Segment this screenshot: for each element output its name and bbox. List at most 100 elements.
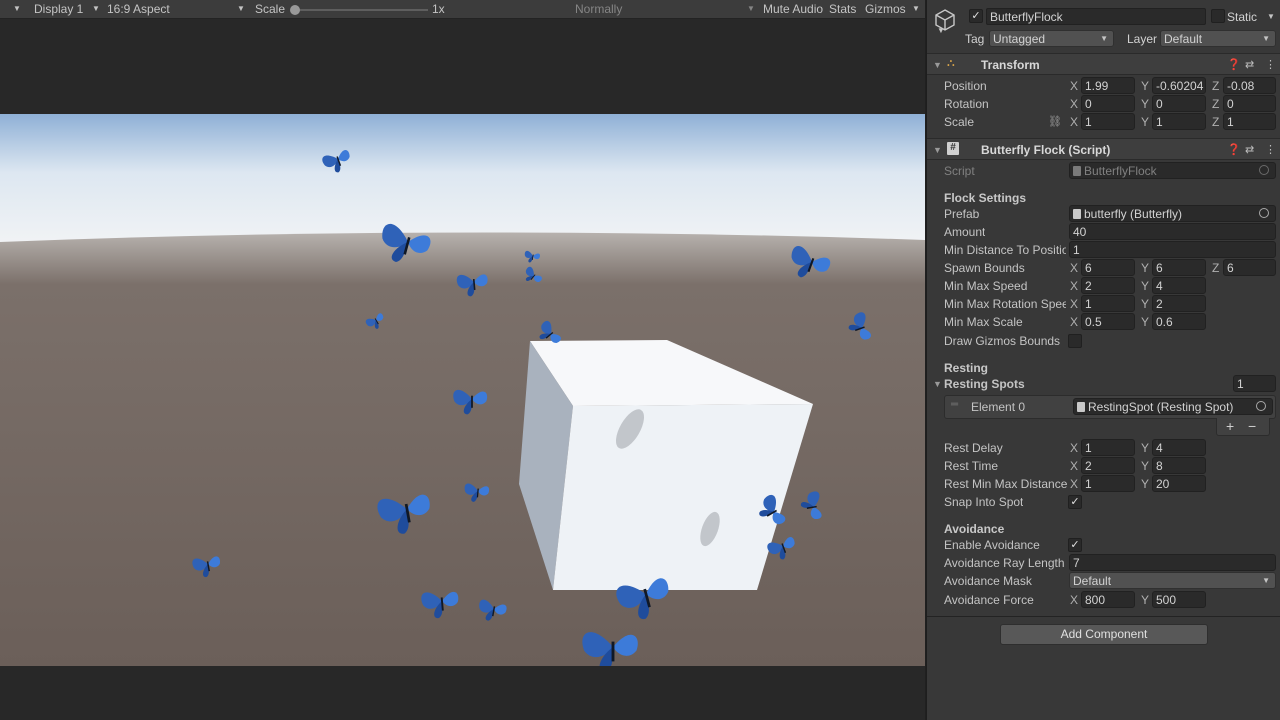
gizmos-button[interactable]: Gizmos <box>865 2 906 16</box>
context-menu-icon[interactable]: ⋮ <box>1265 58 1276 71</box>
static-caret-icon[interactable]: ▼ <box>1267 12 1275 21</box>
rotation-y-field[interactable]: 0 <box>1152 95 1206 112</box>
axis-z-label: Z <box>1212 97 1220 111</box>
axis-z-label: Z <box>1212 261 1220 275</box>
preset-icon[interactable]: ⇄ <box>1245 58 1254 71</box>
min-speed-field[interactable]: 2 <box>1081 277 1135 294</box>
preset-icon[interactable]: ⇄ <box>1245 143 1254 156</box>
max-speed-field[interactable]: 4 <box>1152 277 1206 294</box>
script-fold-icon[interactable]: ▼ <box>933 145 942 155</box>
min-distance-label: Min Distance To Positio <box>944 243 1066 257</box>
rest-max-field[interactable]: 20 <box>1152 475 1206 492</box>
rotation-x-field[interactable]: 0 <box>1081 95 1135 112</box>
spawn-bounds-z-field[interactable]: 6 <box>1223 259 1276 276</box>
help-icon[interactable]: ❓ <box>1227 58 1241 71</box>
drag-handle-icon[interactable]: ═ <box>951 399 958 410</box>
amount-field[interactable]: 40 <box>1069 223 1276 240</box>
aspect-dropdown[interactable]: 16:9 Aspect <box>107 2 170 16</box>
help-icon[interactable]: ❓ <box>1227 143 1241 156</box>
object-picker-icon[interactable] <box>1256 401 1266 411</box>
position-x-field[interactable]: 1.99 <box>1081 77 1135 94</box>
avoidance-mask-label: Avoidance Mask <box>944 574 1032 588</box>
play-focus-dropdown[interactable]: Normally <box>575 2 622 16</box>
spawn-bounds-y-field[interactable]: 6 <box>1152 259 1206 276</box>
rest-time-y-field[interactable]: 8 <box>1152 457 1206 474</box>
position-z-field[interactable]: -0.08 <box>1223 77 1276 94</box>
axis-x-label: X <box>1070 315 1079 329</box>
object-picker-icon[interactable] <box>1259 208 1269 218</box>
rotation-z-field[interactable]: 0 <box>1223 95 1276 112</box>
snap-into-spot-checkbox[interactable]: ✓ <box>1068 495 1082 509</box>
avoidance-mask-dropdown[interactable]: Default ▼ <box>1069 572 1276 589</box>
rest-min-field[interactable]: 1 <box>1081 475 1135 492</box>
mask-caret-icon: ▼ <box>1262 576 1270 585</box>
context-menu-icon[interactable]: ⋮ <box>1265 143 1276 156</box>
icon-dropdown-caret-icon[interactable]: ▼ <box>937 26 945 35</box>
game-viewport[interactable] <box>0 114 925 666</box>
active-toggle[interactable]: ✓ <box>969 9 983 23</box>
rest-delay-x-field[interactable]: 1 <box>1081 439 1135 456</box>
min-distance-field[interactable]: 1 <box>1069 241 1276 258</box>
amount-row: Amount 40 <box>927 223 1280 241</box>
element0-field[interactable]: RestingSpot (Resting Spot) <box>1073 398 1273 415</box>
min-rotation-field[interactable]: 1 <box>1081 295 1135 312</box>
avoidance-force-y-field[interactable]: 500 <box>1152 591 1206 608</box>
max-rotation-field[interactable]: 2 <box>1152 295 1206 312</box>
add-component-button[interactable]: Add Component <box>1000 624 1208 645</box>
layer-dropdown[interactable]: Default ▼ <box>1160 30 1276 47</box>
transform-fold-icon[interactable]: ▼ <box>933 60 942 70</box>
gizmos-caret-icon[interactable]: ▼ <box>912 4 920 13</box>
spawn-bounds-row: Spawn Bounds X 6 Y 6 Z 6 <box>927 259 1280 277</box>
display-caret-icon: ▼ <box>92 4 100 13</box>
draw-gizmos-row: Draw Gizmos Bounds <box>927 332 1280 350</box>
spawn-bounds-x-field[interactable]: 6 <box>1081 259 1135 276</box>
object-picker-icon <box>1259 165 1269 175</box>
sky <box>0 114 925 244</box>
draw-gizmos-checkbox[interactable] <box>1068 334 1082 348</box>
static-toggle[interactable] <box>1211 9 1225 23</box>
resting-spots-size-field[interactable]: 1 <box>1233 375 1276 392</box>
min-scale-field[interactable]: 0.5 <box>1081 313 1135 330</box>
scale-x-field[interactable]: 1 <box>1081 113 1135 130</box>
constrain-proportions-icon[interactable]: ⛓ <box>1048 115 1062 128</box>
position-y-field[interactable]: -0.60204 <box>1152 77 1206 94</box>
axis-z-label: Z <box>1212 115 1220 129</box>
game-menu-caret-icon[interactable]: ▼ <box>13 4 21 13</box>
scale-slider-track[interactable] <box>292 9 428 11</box>
scene-render <box>0 114 925 666</box>
stats-button[interactable]: Stats <box>829 2 856 16</box>
min-max-speed-row: Min Max Speed X 2 Y 4 <box>927 277 1280 295</box>
resting-spot-object-icon <box>1077 402 1085 412</box>
scale-y-field[interactable]: 1 <box>1152 113 1206 130</box>
rest-time-x-field[interactable]: 2 <box>1081 457 1135 474</box>
scale-row: Scale ⛓ X 1 Y 1 Z 1 <box>927 113 1280 131</box>
element0-value: RestingSpot (Resting Spot) <box>1088 400 1234 414</box>
prefab-field[interactable]: butterfly (Butterfly) <box>1069 205 1276 222</box>
avoidance-force-label: Avoidance Force <box>944 593 1034 607</box>
enable-avoidance-checkbox[interactable]: ✓ <box>1068 538 1082 552</box>
display-dropdown[interactable]: Display 1 <box>34 2 83 16</box>
max-scale-field[interactable]: 0.6 <box>1152 313 1206 330</box>
transform-header[interactable]: ▼ ⛬ Transform ❓ ⇄ ⋮ <box>927 53 1280 75</box>
resting-spots-row[interactable]: ▼ Resting Spots 1 <box>927 375 1280 393</box>
resting-spots-fold-icon[interactable]: ▼ <box>933 379 942 389</box>
mute-audio-button[interactable]: Mute Audio <box>763 2 823 16</box>
prefab-value: butterfly (Butterfly) <box>1084 207 1183 221</box>
object-name-input[interactable]: ButterflyFlock <box>986 8 1206 25</box>
min-max-scale-label: Min Max Scale <box>944 315 1023 329</box>
position-label: Position <box>944 79 987 93</box>
scale-slider-thumb[interactable] <box>290 5 300 15</box>
remove-element-icon[interactable]: − <box>1248 418 1256 434</box>
butterfly-flock-header[interactable]: ▼ # Butterfly Flock (Script) ❓ ⇄ ⋮ <box>927 138 1280 160</box>
avoidance-force-x-field[interactable]: 800 <box>1081 591 1135 608</box>
scale-z-field[interactable]: 1 <box>1223 113 1276 130</box>
tag-dropdown[interactable]: Untagged ▼ <box>989 30 1114 47</box>
rest-delay-y-field[interactable]: 4 <box>1152 439 1206 456</box>
add-element-icon[interactable]: + <box>1226 418 1234 434</box>
inspector-panel: ▼ ✓ ButterflyFlock Static ▼ Tag Untagged… <box>926 0 1280 720</box>
axis-x-label: X <box>1070 459 1079 473</box>
min-max-rotation-row: Min Max Rotation Speec X 1 Y 2 <box>927 295 1280 313</box>
avoidance-heading: Avoidance <box>944 522 1005 536</box>
script-hash-icon: # <box>947 142 959 155</box>
ray-length-field[interactable]: 7 <box>1069 554 1276 571</box>
